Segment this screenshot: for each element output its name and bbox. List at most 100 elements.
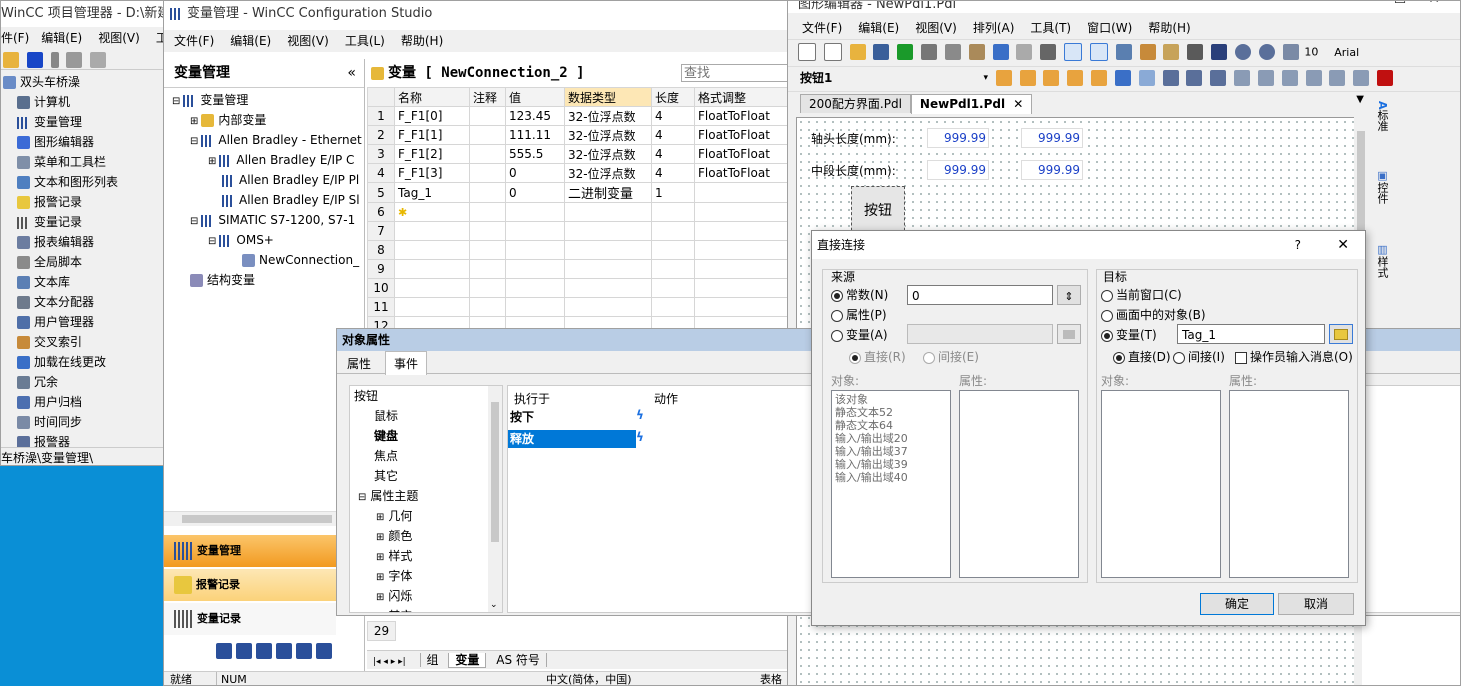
event-tree-item-colors[interactable]: ⊞ 颜色: [350, 526, 502, 546]
table-row[interactable]: 4 F_F1[3] 0 32-位浮点数 4 FloatToFloat: [367, 163, 789, 183]
action-lightning-icon[interactable]: ϟ: [636, 430, 644, 444]
open-icon[interactable]: [849, 44, 866, 60]
maximize-icon[interactable]: ☐: [1394, 1, 1407, 7]
tab-events[interactable]: 事件: [385, 351, 428, 375]
save-icon[interactable]: [873, 44, 890, 60]
radio-target-indirect[interactable]: 间接(I): [1173, 348, 1225, 365]
nav-tree-item[interactable]: ⊞ Allen Bradley E/IP C: [164, 150, 364, 170]
event-tree-item-styles[interactable]: ⊞ 样式: [350, 546, 502, 566]
radio-source-indirect[interactable]: 间接(E): [923, 348, 979, 365]
column-header-length[interactable]: 长度: [651, 87, 695, 107]
cs-menu-view[interactable]: 视图(V): [279, 30, 337, 52]
nav-tree-item[interactable]: Allen Bradley E/IP Pl: [164, 170, 364, 190]
copy-icon[interactable]: [944, 44, 961, 60]
scroll-down-icon[interactable]: ⌄: [490, 600, 498, 610]
zoom-value[interactable]: 10: [1304, 46, 1318, 59]
runtime-icon[interactable]: [897, 44, 914, 60]
cs-menu-file[interactable]: 文件(F): [166, 30, 222, 52]
align-icon[interactable]: [1043, 70, 1060, 86]
list-item[interactable]: 输入/输出域37: [835, 445, 947, 458]
editor-icon[interactable]: [316, 643, 332, 659]
side-tab-styles[interactable]: ▥样式: [1376, 243, 1390, 278]
align-bottom-icon[interactable]: [1353, 70, 1370, 86]
source-object-list[interactable]: 该对象 静态文本52 静态文本64 输入/输出域20 输入/输出域37 输入/输…: [831, 390, 951, 578]
radio-target-tag[interactable]: 变量(T): [1101, 326, 1157, 343]
table-row[interactable]: 8: [367, 240, 789, 260]
tab-group[interactable]: 组: [419, 653, 445, 667]
tree-item-alarm-logging[interactable]: 报警记录: [3, 192, 164, 212]
cs-menu-edit[interactable]: 编辑(E): [222, 30, 279, 52]
action-lightning-icon[interactable]: ϟ: [636, 408, 644, 422]
stop-icon[interactable]: [26, 52, 43, 68]
tab-as-symbols[interactable]: AS 符号: [490, 653, 547, 667]
editor-icon[interactable]: [236, 643, 252, 659]
sheet-nav-icon[interactable]: |◂ ◂ ▸ ▸|: [373, 657, 406, 667]
list-item[interactable]: 输入/输出域20: [835, 432, 947, 445]
radio-source-direct[interactable]: 直接(R): [849, 348, 906, 365]
target-property-list[interactable]: [1229, 390, 1349, 578]
align-right-icon[interactable]: [1281, 70, 1298, 86]
tree-item-user-archive[interactable]: 用户归档: [3, 392, 164, 412]
tree-item-report-designer[interactable]: 报表编辑器: [3, 232, 164, 252]
new-tag-icon[interactable]: ✱: [398, 206, 407, 219]
align-top-icon[interactable]: [1305, 70, 1322, 86]
radio-property[interactable]: 属性(P): [831, 306, 887, 323]
side-tab-controls[interactable]: ▣控件: [1376, 169, 1390, 204]
radio-current-window[interactable]: 当前窗口(C): [1101, 286, 1182, 303]
dialog-help-button[interactable]: ?: [1295, 231, 1301, 259]
editor-icon[interactable]: [256, 643, 272, 659]
ok-button[interactable]: 确定: [1200, 593, 1274, 615]
open-icon[interactable]: [3, 52, 19, 68]
event-tree-item-mouse[interactable]: 鼠标: [350, 406, 502, 426]
object-palette-icon[interactable]: [1187, 44, 1204, 60]
tab-doc-newpdl1[interactable]: NewPdl1.Pdl ✕: [910, 94, 1033, 114]
list-item[interactable]: 静态文本52: [835, 406, 947, 419]
collapse-icon[interactable]: ⊟: [172, 96, 180, 107]
dialog-close-button[interactable]: ✕: [1337, 231, 1349, 259]
tree-item-cross-reference[interactable]: 交叉索引: [3, 332, 164, 352]
search-input[interactable]: [681, 64, 789, 82]
browse-target-tag-button[interactable]: [1329, 324, 1353, 344]
table-row[interactable]: 9: [367, 259, 789, 279]
column-header-value[interactable]: 值: [505, 87, 565, 107]
undo-icon[interactable]: [992, 44, 1009, 60]
gd-menu-window[interactable]: 窗口(W): [1079, 17, 1140, 39]
color-palette-icon[interactable]: [1163, 44, 1180, 60]
collapse-icon[interactable]: ⊟: [358, 492, 366, 503]
tree-item-computer[interactable]: 计算机: [3, 92, 164, 112]
tree-item-graphics-designer[interactable]: 图形编辑器: [3, 132, 164, 152]
nav-button-tag-management[interactable]: 变量管理: [164, 535, 336, 567]
radio-object-in-picture[interactable]: 画面中的对象(B): [1101, 306, 1206, 323]
expand-icon[interactable]: ⊞: [208, 156, 216, 167]
nav-tree-item[interactable]: Allen Bradley E/IP Sl: [164, 190, 364, 210]
tab-tags[interactable]: 变量: [448, 653, 487, 668]
io-field[interactable]: 999.99: [927, 160, 989, 180]
flip-icon[interactable]: [1162, 70, 1179, 86]
stop-icon[interactable]: [1377, 70, 1394, 86]
list-item[interactable]: 静态文本64: [835, 419, 947, 432]
expand-icon[interactable]: ⊞: [190, 116, 198, 127]
layers-icon[interactable]: [1115, 44, 1132, 60]
menu-edit[interactable]: 编辑(E): [33, 27, 90, 49]
window-close-icon[interactable]: ✕: [1428, 1, 1440, 7]
corner-cell[interactable]: [367, 87, 395, 107]
print-icon[interactable]: [1040, 44, 1057, 60]
editor-icon[interactable]: [296, 643, 312, 659]
new-icon[interactable]: [798, 43, 816, 61]
cs-menu-tools[interactable]: 工具(L): [337, 30, 393, 52]
navigation-hscroll[interactable]: [164, 511, 364, 526]
nav-tree-item[interactable]: ⊟ 变量管理: [164, 90, 364, 110]
table-row[interactable]: 10: [367, 278, 789, 298]
tree-item-user-admin[interactable]: 用户管理器: [3, 312, 164, 332]
nav-tree-item[interactable]: 结构变量: [164, 270, 364, 290]
collapse-icon[interactable]: ⊟: [208, 236, 216, 247]
event-tree-item-keyboard[interactable]: 键盘: [350, 426, 502, 446]
event-tree-item-property-topics[interactable]: ⊟ 属性主题: [350, 486, 502, 506]
event-row-release[interactable]: 释放: [508, 430, 636, 448]
io-field[interactable]: 999.99: [1021, 160, 1083, 180]
expand-icon[interactable]: ⊞: [376, 552, 384, 563]
table-row[interactable]: 11: [367, 297, 789, 317]
tree-item-text-graphic-lists[interactable]: 文本和图形列表: [3, 172, 164, 192]
new-page-icon[interactable]: [823, 43, 842, 61]
event-row-press[interactable]: 按下: [508, 408, 636, 426]
